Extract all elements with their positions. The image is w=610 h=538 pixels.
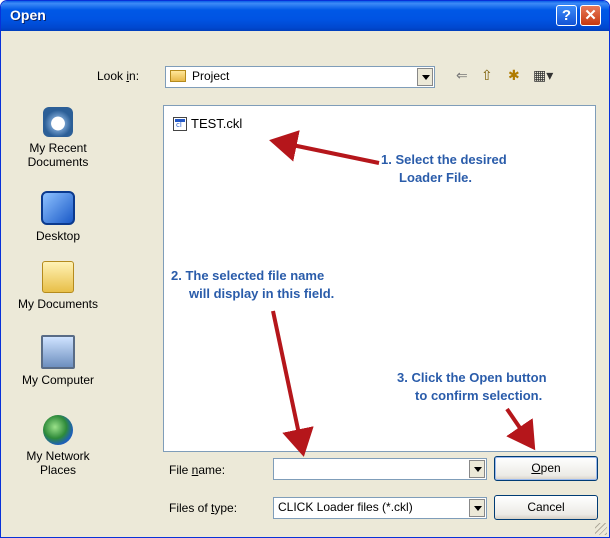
chevron-down-icon[interactable] bbox=[469, 460, 485, 478]
file-type-label: Files of type: bbox=[169, 501, 238, 515]
file-type-value: CLICK Loader files (*.ckl) bbox=[278, 500, 413, 514]
arrow-step-1 bbox=[269, 130, 380, 165]
arrow-step-2 bbox=[271, 310, 314, 457]
file-type-dropdown[interactable]: CLICK Loader files (*.ckl) bbox=[273, 497, 487, 519]
open-dialog: Open ? ✕ Look in: Project ⇐ ⇧ ✱ ▦▾ My Re… bbox=[0, 0, 610, 538]
cancel-button[interactable]: Cancel bbox=[494, 495, 598, 520]
open-button[interactable]: Open bbox=[494, 456, 598, 481]
file-name-field[interactable] bbox=[273, 458, 487, 480]
file-name-label: File name: bbox=[169, 463, 226, 477]
chevron-down-icon[interactable] bbox=[469, 499, 485, 517]
arrow-step-3 bbox=[505, 407, 536, 451]
resize-grip[interactable] bbox=[595, 523, 607, 535]
